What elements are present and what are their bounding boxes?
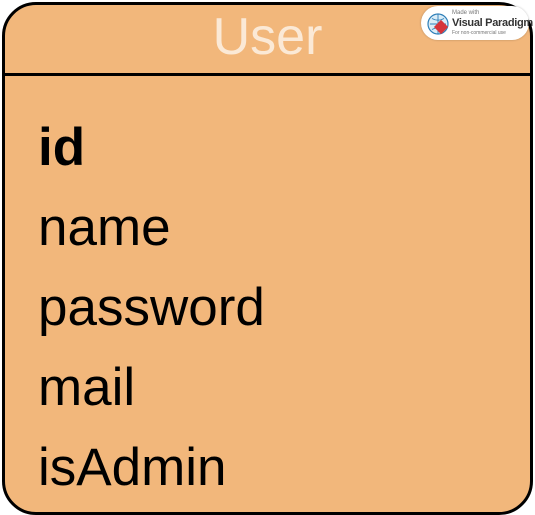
attribute-isadmin: isAdmin xyxy=(38,438,227,497)
attribute-id: id xyxy=(38,118,86,177)
watermark-brand: Visual Paradigm xyxy=(452,17,533,29)
visual-paradigm-watermark: Made with Visual Paradigm For non-commer… xyxy=(421,6,533,40)
entity-box-user[interactable]: User id name password mail isAdmin xyxy=(2,2,533,515)
visual-paradigm-logo-icon xyxy=(427,13,449,35)
watermark-made-with: Made with xyxy=(452,10,480,16)
watermark-note: For non-commercial use xyxy=(452,30,506,36)
attribute-name: name xyxy=(38,198,171,257)
attribute-list: id name password mail isAdmin xyxy=(38,108,265,508)
attribute-password: password xyxy=(38,278,265,337)
attribute-mail: mail xyxy=(38,358,136,417)
